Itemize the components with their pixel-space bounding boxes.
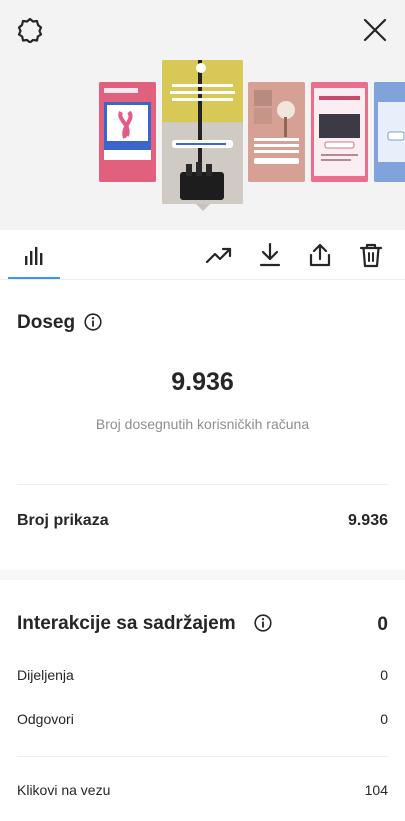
story-preview-header <box>0 0 405 230</box>
story-thumb-2[interactable] <box>162 60 243 204</box>
row-shares-label: Dijeljenja <box>17 667 74 683</box>
selected-story-pointer <box>196 204 210 211</box>
story-thumb-3[interactable] <box>248 82 305 182</box>
row-replies-label: Odgovori <box>17 711 74 727</box>
trend-icon[interactable] <box>204 240 234 270</box>
info-icon[interactable] <box>84 313 102 331</box>
interactions-value: 0 <box>377 614 388 635</box>
active-tab-indicator <box>8 277 60 279</box>
reach-title: Doseg <box>17 312 76 333</box>
divider <box>17 756 388 757</box>
delete-icon[interactable] <box>356 240 386 270</box>
reach-subtitle: Broj dosegnutih korisničkih računa <box>95 416 310 432</box>
impressions-value: 9.936 <box>347 512 388 529</box>
story-thumb-5[interactable] <box>374 82 405 182</box>
divider <box>17 484 388 485</box>
close-icon[interactable] <box>361 16 389 44</box>
interactions-title: Interakcije sa sadržajem <box>17 613 236 634</box>
impressions-label: Broj prikaza <box>17 512 109 529</box>
story-action-bar <box>0 230 405 280</box>
settings-icon[interactable] <box>16 16 44 44</box>
share-icon[interactable] <box>305 240 335 270</box>
download-icon[interactable] <box>255 240 285 270</box>
insights-icon[interactable] <box>19 240 49 270</box>
row-replies-value: 0 <box>380 711 388 727</box>
row-link-clicks-value: 104 <box>364 782 388 798</box>
info-icon[interactable] <box>254 614 272 632</box>
story-thumb-4[interactable] <box>311 82 368 182</box>
story-thumb-1[interactable] <box>99 82 156 182</box>
row-link-clicks-label: Klikovi na vezu <box>17 782 111 798</box>
row-shares-value: 0 <box>380 667 388 683</box>
story-thumbnails-carousel[interactable] <box>0 58 405 211</box>
reach-value: 9.936 <box>171 368 234 396</box>
section-gap <box>0 570 405 580</box>
